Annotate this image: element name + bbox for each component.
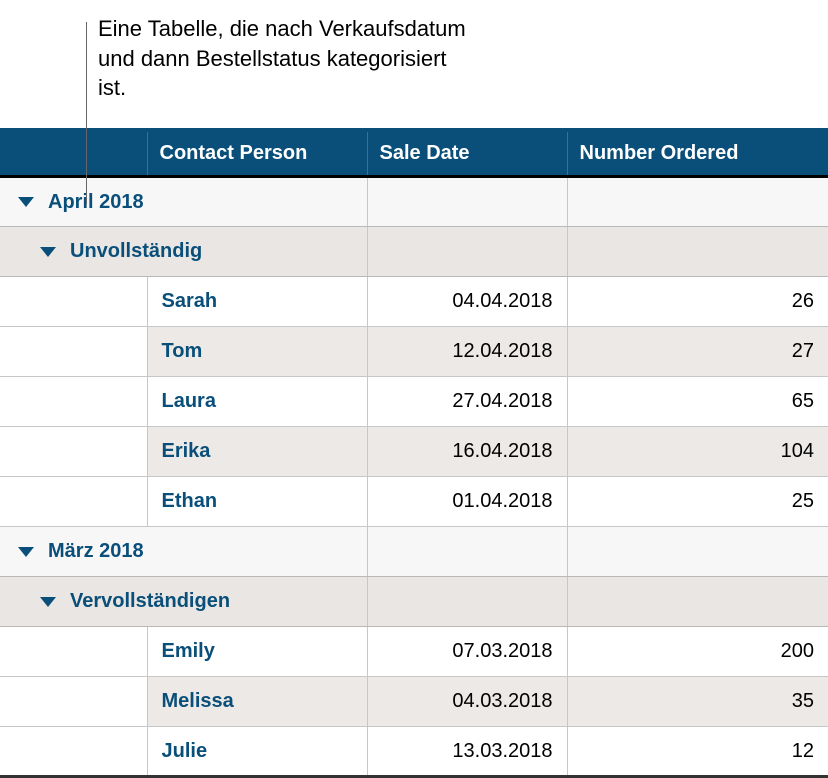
cell-contact: Emily	[147, 627, 367, 677]
table-row[interactable]: Erika16.04.2018104	[0, 427, 828, 477]
cell-contact: Erika	[147, 427, 367, 477]
categorized-table: Contact Person Sale Date Number Ordered …	[0, 128, 828, 778]
cell-date: 04.03.2018	[367, 677, 567, 727]
cell-number: 26	[567, 277, 828, 327]
group-row-level-1[interactable]: April 2018	[0, 177, 828, 227]
table-row[interactable]: Sarah04.04.201826	[0, 277, 828, 327]
row-indent-cell	[0, 477, 147, 527]
header-contact: Contact Person	[147, 130, 367, 177]
cell-contact: Tom	[147, 327, 367, 377]
table-row[interactable]: Julie13.03.201812	[0, 727, 828, 777]
table-row[interactable]: Tom12.04.201827	[0, 327, 828, 377]
callout-connector-line	[86, 22, 87, 204]
subgroup-label: Vervollständigen	[70, 590, 230, 613]
cell-number: 35	[567, 677, 828, 727]
table-header-row: Contact Person Sale Date Number Ordered	[0, 130, 828, 177]
table-row[interactable]: Laura27.04.201865	[0, 377, 828, 427]
row-indent-cell	[0, 677, 147, 727]
cell-date: 16.04.2018	[367, 427, 567, 477]
cell-contact: Ethan	[147, 477, 367, 527]
header-number-ordered: Number Ordered	[567, 130, 828, 177]
cell-number: 27	[567, 327, 828, 377]
row-indent-cell	[0, 277, 147, 327]
row-indent-cell	[0, 377, 147, 427]
cell-number: 65	[567, 377, 828, 427]
cell-date: 01.04.2018	[367, 477, 567, 527]
cell-contact: Sarah	[147, 277, 367, 327]
cell-date: 04.04.2018	[367, 277, 567, 327]
cell-number: 104	[567, 427, 828, 477]
chevron-down-icon	[40, 247, 56, 257]
chevron-down-icon	[18, 197, 34, 207]
group-row-level-1[interactable]: März 2018	[0, 527, 828, 577]
row-indent-cell	[0, 727, 147, 777]
header-blank	[0, 130, 147, 177]
group-row-level-2[interactable]: Vervollständigen	[0, 577, 828, 627]
cell-contact: Julie	[147, 727, 367, 777]
cell-number: 200	[567, 627, 828, 677]
table-row[interactable]: Melissa04.03.201835	[0, 677, 828, 727]
callout-text: Eine Tabelle, die nach Verkaufsdatum und…	[98, 14, 478, 103]
row-indent-cell	[0, 627, 147, 677]
cell-date: 13.03.2018	[367, 727, 567, 777]
table-row[interactable]: Ethan01.04.201825	[0, 477, 828, 527]
cell-contact: Laura	[147, 377, 367, 427]
chevron-down-icon	[40, 597, 56, 607]
cell-number: 25	[567, 477, 828, 527]
cell-date: 07.03.2018	[367, 627, 567, 677]
chevron-down-icon	[18, 547, 34, 557]
header-sale-date: Sale Date	[367, 130, 567, 177]
cell-number: 12	[567, 727, 828, 777]
cell-contact: Melissa	[147, 677, 367, 727]
group-label: März 2018	[48, 540, 144, 563]
row-indent-cell	[0, 327, 147, 377]
subgroup-label: Unvollständig	[70, 240, 202, 263]
cell-date: 12.04.2018	[367, 327, 567, 377]
group-row-level-2[interactable]: Unvollständig	[0, 227, 828, 277]
cell-date: 27.04.2018	[367, 377, 567, 427]
table-row[interactable]: Emily07.03.2018200	[0, 627, 828, 677]
row-indent-cell	[0, 427, 147, 477]
group-label: April 2018	[48, 191, 144, 214]
